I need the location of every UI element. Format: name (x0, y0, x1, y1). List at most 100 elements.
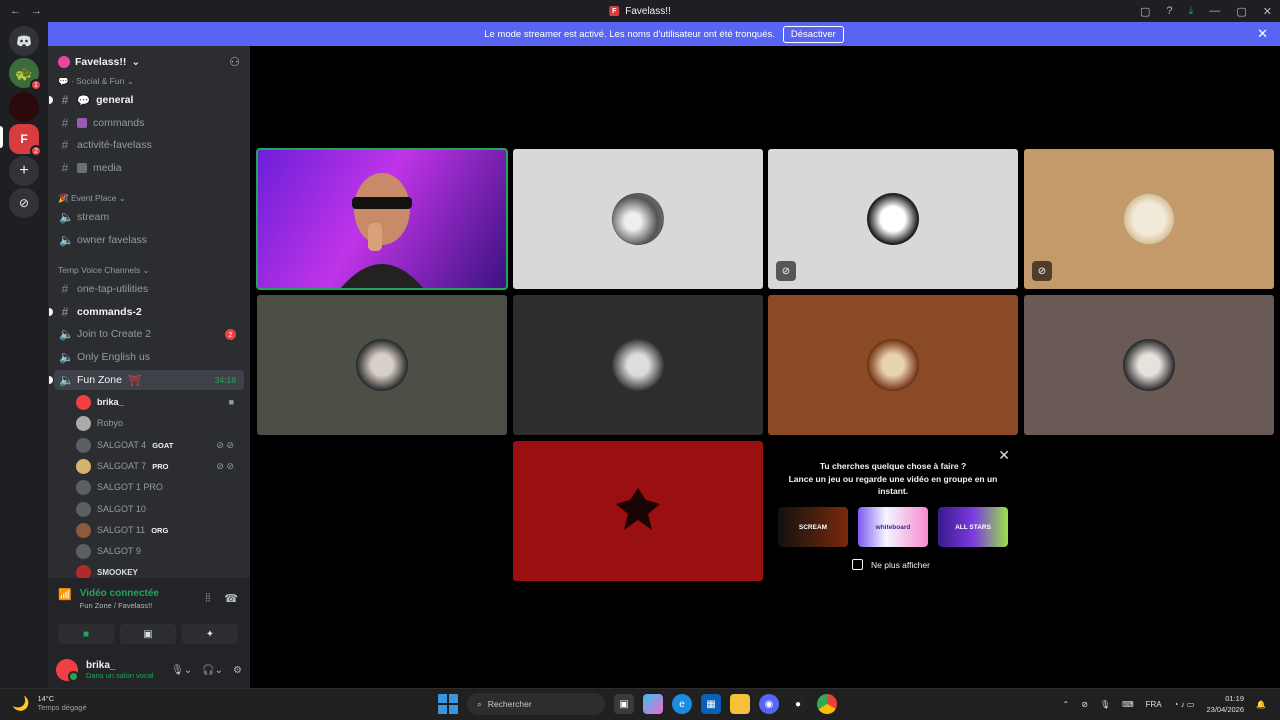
clock[interactable]: 01:19 23/04/2026 (1206, 693, 1244, 715)
windows-start-icon[interactable] (438, 694, 458, 714)
minimize-button[interactable]: — (1209, 5, 1220, 17)
discover-icon[interactable]: ⊘ (9, 188, 39, 218)
chevron-down-icon: ⌄ (131, 56, 141, 68)
video-tile-user[interactable] (257, 295, 507, 435)
temperature: 14°C (37, 694, 55, 703)
video-tile-user[interactable] (768, 295, 1018, 435)
notifications-icon[interactable]: 🔔 (1256, 700, 1266, 709)
server-icon-dark[interactable] (9, 92, 39, 122)
video-tile-user[interactable]: ⊘ (1024, 149, 1274, 289)
signal-icon[interactable]: 📶 (58, 588, 72, 610)
language-indicator[interactable]: FRA (1146, 700, 1162, 709)
close-window-button[interactable]: ✕ (1263, 5, 1272, 18)
dont-show-again[interactable]: Ne plus afficher (852, 559, 930, 570)
activity-card-scream[interactable]: SCREAM (778, 507, 848, 547)
voice-user[interactable]: SALGOAT 4 GOAT ⊘ ⊘ (76, 435, 244, 455)
voice-user[interactable]: SALGOT 10 (76, 499, 244, 519)
video-tile-user[interactable] (513, 441, 763, 581)
maximize-button[interactable]: ▢ (1236, 5, 1246, 18)
time: 01:19 (1225, 694, 1245, 703)
channel-label: one-tap-utilities (77, 283, 149, 295)
keyboard-icon[interactable]: ⌨ (1122, 700, 1134, 709)
weather-widget[interactable]: 🌙 14°C Temps dégagé (12, 694, 87, 712)
video-tile-user[interactable]: ⊘ (768, 149, 1018, 289)
add-server-icon[interactable]: + (9, 156, 39, 186)
category-social[interactable]: 💬 · Social & Fun ⌄ (58, 78, 134, 87)
channel-activite[interactable]: # activité-favelass (54, 135, 244, 155)
invite-icon[interactable]: ⚇ (229, 55, 240, 69)
chrome-icon[interactable] (817, 694, 837, 714)
video-tile-user[interactable] (513, 149, 763, 289)
server-icon-turtle[interactable]: 🐢 1 (9, 58, 42, 91)
camera-button[interactable]: ■ (58, 624, 114, 644)
voice-user[interactable]: SALGOAT 7 PRO ⊘ ⊘ (76, 456, 244, 476)
video-tile-user[interactable] (513, 295, 763, 435)
category-temp[interactable]: Temp Voice Channels ⌄ (58, 265, 150, 276)
voice-location[interactable]: Fun Zone / Favelass!! (80, 601, 159, 610)
voice-channel-name: Fun Zone (79, 601, 112, 610)
activity-card-allstars[interactable]: ALL STARS (938, 507, 1008, 547)
speaker-icon: 🔈 (59, 373, 74, 387)
channel-stream[interactable]: 🔈 stream (54, 207, 244, 227)
checkbox[interactable] (852, 559, 863, 570)
headphones-icon[interactable]: 🎧⌄ (202, 665, 223, 676)
taskbar-search[interactable]: ⌕ Rechercher (467, 693, 605, 715)
back-icon[interactable]: ← (10, 5, 21, 17)
copilot-icon[interactable] (643, 694, 663, 714)
network-off-icon[interactable]: ⊘ (1081, 700, 1088, 709)
channel-fun-zone[interactable]: 🔈 Fun Zone ⛩ 34:18 (49, 370, 244, 390)
voice-user[interactable]: Robyo (76, 413, 244, 433)
download-icon[interactable]: ⤓ (1189, 5, 1194, 18)
channel-owner[interactable]: 🔈 owner favelass (54, 230, 244, 250)
server-header[interactable]: Favelass!! ⌄ ⚇ (48, 46, 250, 78)
video-tile-user[interactable] (1024, 295, 1274, 435)
screen-share-button[interactable]: ▣ (120, 624, 176, 644)
help-icon[interactable]: ? (1166, 5, 1172, 17)
video-tile-camera[interactable] (256, 148, 508, 290)
activity-card-whiteboard[interactable]: whiteboard (858, 507, 928, 547)
webcam-person-image (340, 173, 424, 289)
checkbox-label: Ne plus afficher (871, 559, 930, 570)
avatar (867, 339, 919, 391)
discord-taskbar-icon[interactable]: ◉ (759, 694, 779, 714)
server-icon-favelass[interactable]: F 2 (9, 124, 42, 157)
disable-streamer-button[interactable]: Désactiver (782, 25, 844, 43)
microphone-icon[interactable]: 🎙⌄ (171, 665, 192, 676)
torii-icon: ⛩ (127, 374, 142, 387)
channel-onetap[interactable]: # one-tap-utilities (54, 279, 244, 299)
disconnect-icon[interactable]: ☎ (224, 592, 238, 605)
voice-user[interactable]: SALGOT 9 (76, 541, 244, 561)
channel-join-to-create[interactable]: 🔈 Join to Create 2 2 (54, 324, 244, 344)
role-tag: ORG (151, 525, 169, 535)
user-avatar[interactable] (56, 659, 79, 682)
activity-button[interactable]: ✦ (182, 624, 238, 644)
user-name: brika_ (86, 660, 116, 671)
file-explorer-icon[interactable] (730, 694, 750, 714)
store-icon[interactable]: ▦ (701, 694, 721, 714)
microphone-tray-icon[interactable]: 🎙 (1100, 700, 1110, 709)
forward-icon[interactable]: → (31, 5, 42, 17)
activity-prompt: Lance un jeu ou regarde une vidéo en gro… (788, 474, 998, 496)
edge-icon[interactable]: e (672, 694, 692, 714)
category-event[interactable]: 🎉 Event Place ⌄ (58, 193, 126, 204)
speech-icon: 💬 (77, 94, 91, 107)
channel-commands[interactable]: # commands (54, 113, 244, 133)
voice-user[interactable]: SALGOT 1 PRO (76, 477, 244, 497)
channel-media[interactable]: # media (54, 158, 244, 178)
unread-indicator (49, 308, 53, 316)
app-icon[interactable]: ● (788, 694, 808, 714)
channel-commands-2[interactable]: # commands-2 (49, 302, 244, 322)
inbox-icon[interactable]: ▢ (1140, 5, 1150, 18)
discord-home-icon[interactable] (9, 26, 39, 56)
channel-only-english[interactable]: 🔈 Only English us (54, 347, 244, 367)
noise-suppression-icon[interactable]: ⦙⦙ (205, 592, 210, 605)
chevron-up-icon[interactable]: ⌃ (1063, 700, 1070, 709)
task-view-icon[interactable]: ▣ (614, 694, 634, 714)
voice-user[interactable]: brika_ ■ (76, 392, 244, 412)
channel-general[interactable]: # 💬 general (49, 90, 244, 110)
close-banner-icon[interactable]: ✕ (1257, 26, 1268, 42)
voice-user[interactable]: SALGOT 11 ORG (76, 520, 244, 540)
wifi-volume-battery-icon[interactable]: ◔ ♪ ▭ (1174, 700, 1195, 709)
settings-gear-icon[interactable]: ⚙ (233, 665, 242, 676)
voice-user[interactable]: SMOOKEY (76, 562, 244, 578)
